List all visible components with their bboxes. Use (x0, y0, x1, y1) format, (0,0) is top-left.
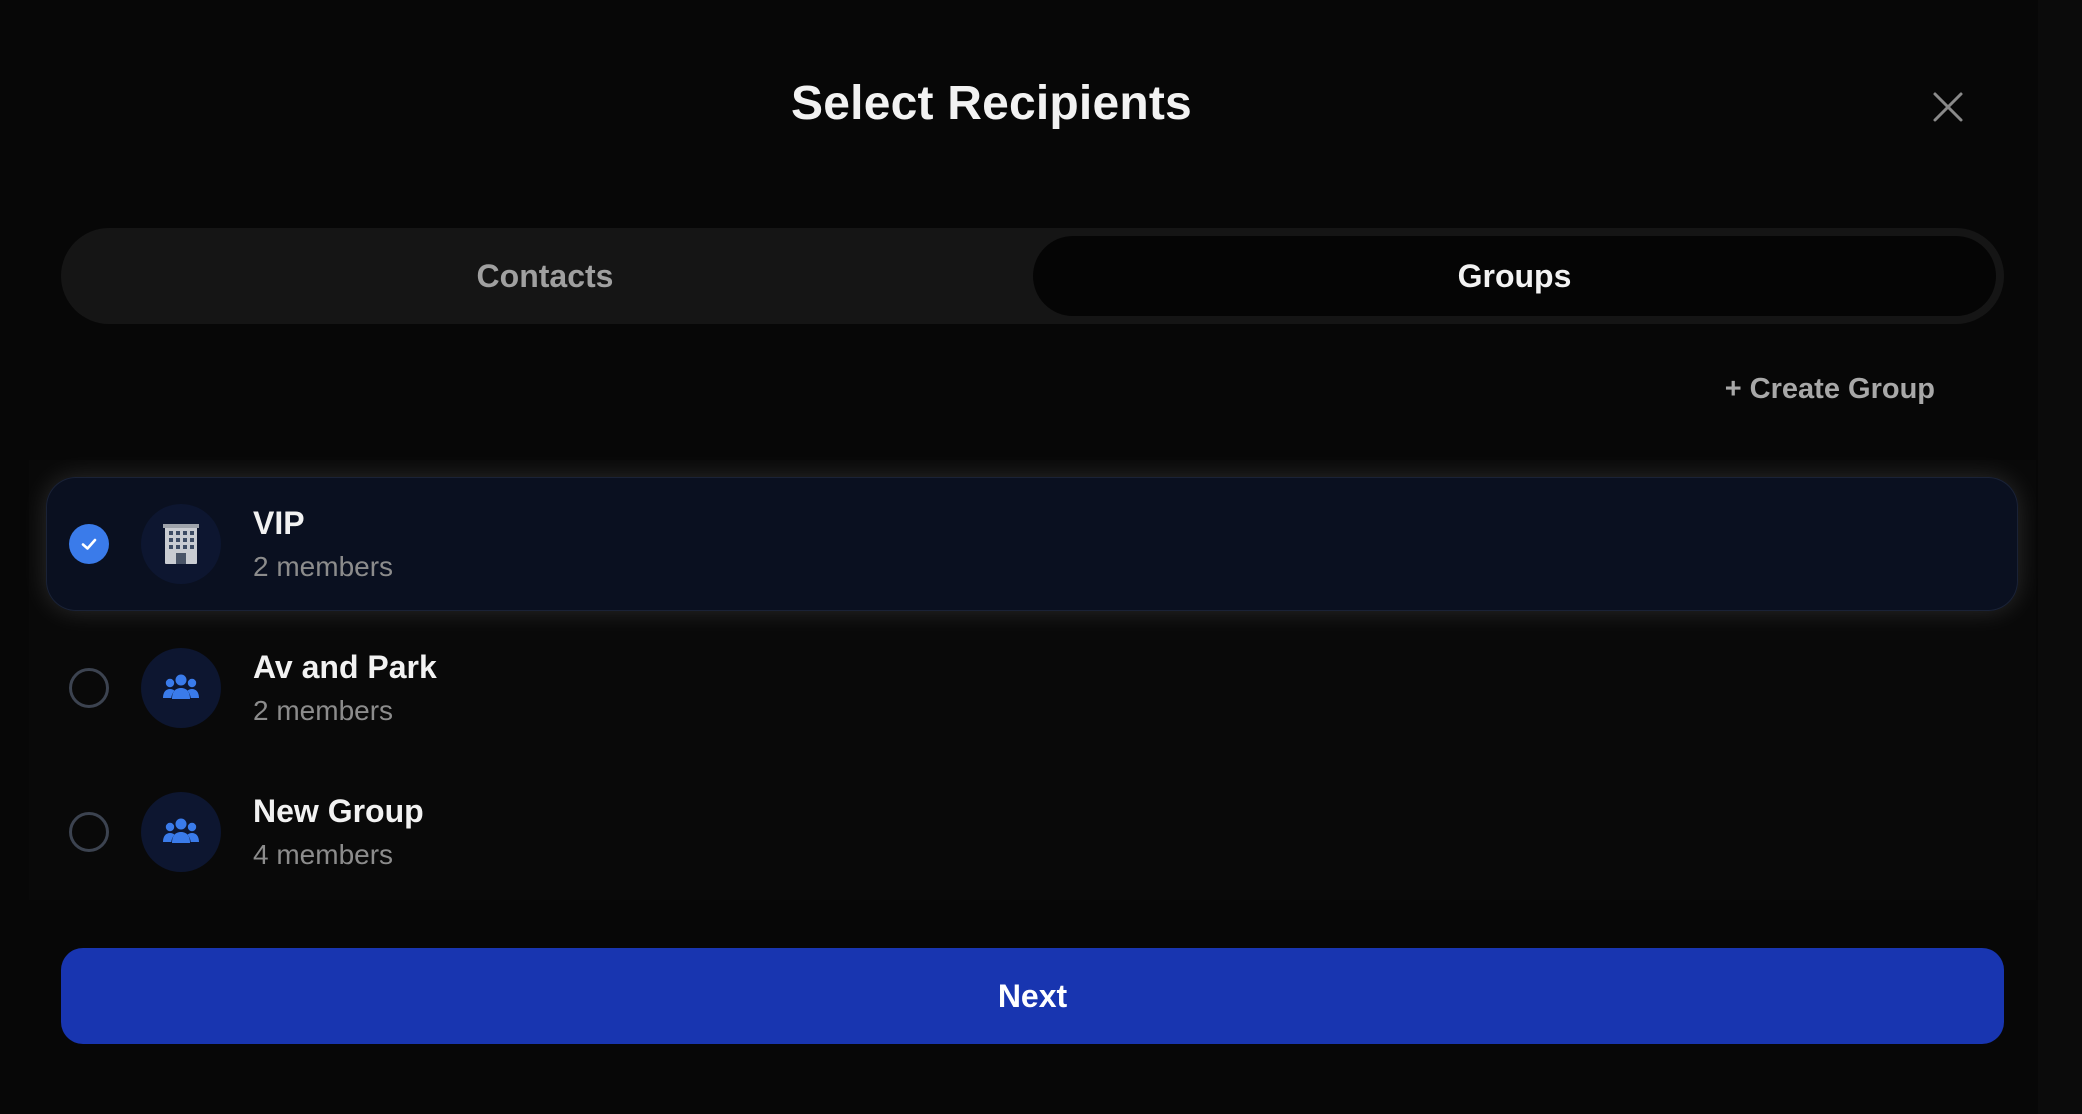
tab-contacts[interactable]: Contacts (69, 236, 1021, 316)
create-group-link[interactable]: + Create Group (1725, 373, 1935, 406)
list-item[interactable]: New Group 4 members (46, 765, 2018, 899)
group-avatar (141, 504, 221, 584)
radio-unchecked[interactable] (69, 668, 109, 708)
next-button[interactable]: Next (61, 948, 2004, 1044)
people-group-icon (163, 674, 199, 699)
group-name: Av and Park (253, 649, 437, 685)
background-edge (2038, 0, 2082, 1114)
close-icon (1933, 92, 1963, 122)
group-name: New Group (253, 793, 424, 829)
people-group-icon (163, 818, 199, 843)
group-avatar (141, 648, 221, 728)
group-member-count: 2 members (253, 551, 394, 582)
list-item[interactable]: VIP 2 members (46, 477, 2018, 611)
radio-unchecked[interactable] (69, 812, 109, 852)
recipient-type-tabs: Contacts Groups (61, 228, 2004, 324)
group-avatar (141, 792, 221, 872)
close-button[interactable] (1925, 84, 1971, 130)
checkmark-icon (81, 538, 97, 550)
tab-groups[interactable]: Groups (1033, 236, 1996, 316)
group-name: VIP (253, 505, 305, 541)
group-member-count: 2 members (253, 695, 394, 726)
list-item[interactable]: Av and Park 2 members (46, 621, 2018, 755)
group-member-count: 4 members (253, 839, 394, 870)
dialog-title: Select Recipients (791, 77, 1192, 130)
select-recipients-dialog: Select Recipients Contacts Groups + Crea… (0, 0, 2038, 1114)
office-building-icon (163, 524, 199, 564)
radio-checked[interactable] (69, 524, 109, 564)
